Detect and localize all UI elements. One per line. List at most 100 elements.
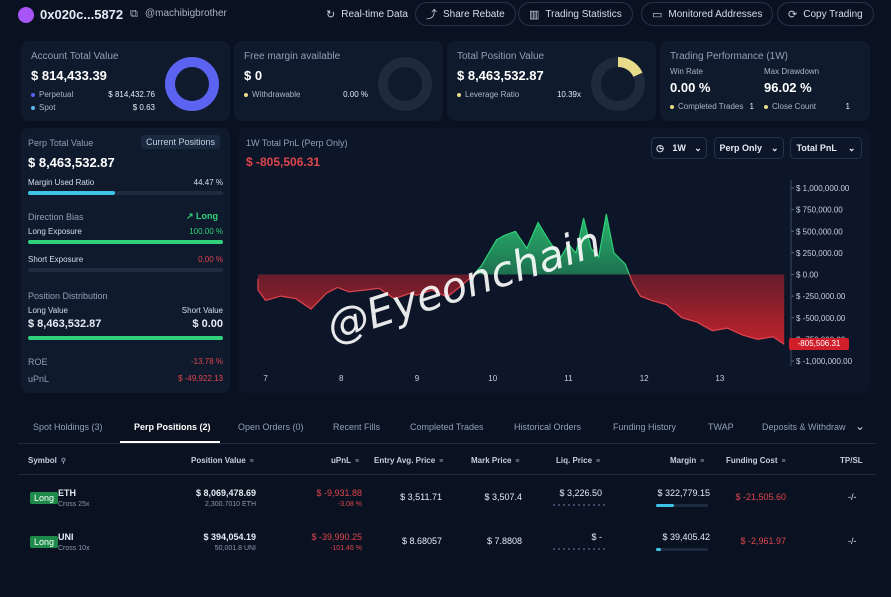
liq-price: $ 3,226.50	[559, 488, 602, 498]
sort-icon[interactable]: ≡	[353, 458, 359, 465]
upnl-label: uPnL	[28, 374, 50, 384]
side-badge: Long	[30, 492, 59, 504]
sort-icon[interactable]: ≡	[780, 458, 785, 465]
liq-progress-dots	[553, 548, 605, 550]
realtime-data-label: Real-time Data	[341, 8, 408, 20]
tpsl-value[interactable]: -/-	[848, 492, 857, 502]
monitored-addresses-button[interactable]: ▭ Monitored Addresses	[641, 2, 774, 26]
copy-trading-label: Copy Trading	[803, 8, 863, 20]
tab-funding-history[interactable]: Funding History	[613, 422, 676, 432]
upnl-value: $ -9,931.88	[316, 488, 362, 498]
long-exposure-bar-fill	[28, 240, 223, 244]
sort-icon[interactable]: ≡	[698, 458, 704, 465]
mark-price: $ 7.8808	[486, 536, 522, 546]
col-entry[interactable]: Entry Avg. Price ≡	[374, 456, 443, 465]
col-upnl-label: uPnL	[331, 456, 351, 465]
col-margin[interactable]: Margin ≡	[670, 456, 704, 465]
current-positions-button[interactable]: Current Positions	[141, 135, 221, 149]
app-logo[interactable]	[18, 7, 34, 23]
tab-open-orders[interactable]: Open Orders (0)	[238, 422, 304, 432]
copy-icon[interactable]: ⧉	[130, 8, 138, 21]
position-donut	[591, 57, 645, 111]
col-upnl[interactable]: uPnL ≡	[331, 456, 359, 465]
roe-label: ROE	[28, 357, 48, 367]
margin-used-value: 44.47 %	[193, 178, 223, 187]
sort-icon[interactable]: ≡	[437, 458, 443, 465]
col-mark-label: Mark Price	[471, 456, 512, 465]
position-value: $ 8,069,478.69	[195, 488, 256, 498]
perpetual-value: $ 814,432.76	[108, 90, 155, 99]
col-entry-label: Entry Avg. Price	[374, 456, 436, 465]
short-exposure-bar	[28, 268, 223, 272]
table-row[interactable]: Long ETH Cross 25x $ 8,069,478.69 2,300.…	[18, 476, 876, 522]
tab-historical-orders[interactable]: Historical Orders	[514, 422, 581, 432]
tab-twap[interactable]: TWAP	[708, 422, 734, 432]
col-margin-label: Margin	[670, 456, 697, 465]
col-funding[interactable]: Funding Cost ≡	[726, 456, 786, 465]
long-exposure-value: 100.00 %	[189, 227, 223, 236]
monitored-addresses-label: Monitored Addresses	[668, 8, 763, 20]
position-value: $ 394,054.19	[203, 532, 256, 542]
header-divider	[18, 474, 876, 475]
margin-used-bar	[28, 191, 223, 195]
sort-icon[interactable]: ≡	[513, 458, 519, 465]
refresh-icon: ↻	[326, 8, 336, 21]
tab-deposits-withdraw[interactable]: Deposits & Withdraw	[762, 422, 846, 432]
total-position-panel: Total Position Value $ 8,463,532.87 Leve…	[447, 41, 656, 121]
margin-bar	[656, 504, 708, 507]
account-total-value: $ 814,433.39	[31, 68, 107, 83]
perpetual-label: Perpetual	[39, 90, 74, 99]
liq-price: $ -	[591, 532, 602, 542]
col-liq[interactable]: Liq. Price ≡	[556, 456, 600, 465]
symbol-name[interactable]: UNI	[58, 532, 74, 542]
realtime-data-button[interactable]: ↻ Real-time Data	[315, 2, 419, 26]
close-count-row: Close Count	[764, 102, 816, 111]
y-tick-label: $ -250,000.00	[796, 292, 846, 301]
x-tick-label: 7	[263, 374, 268, 383]
trading-statistics-button[interactable]: ▥ Trading Statistics	[518, 2, 633, 26]
col-tpsl: TP/SL	[840, 456, 863, 465]
margin-bar	[656, 548, 708, 551]
table-row[interactable]: Long UNI Cross 10x $ 394,054.19 50,001.8…	[18, 522, 876, 568]
sort-icon[interactable]: ≡	[594, 458, 600, 465]
tab-completed-trades[interactable]: Completed Trades	[410, 422, 484, 432]
leverage-text: Cross 10x	[58, 545, 90, 552]
completed-trades-value: 1	[749, 102, 754, 111]
total-position-value: $ 8,463,532.87	[457, 68, 544, 83]
col-symbol-label: Symbol	[28, 456, 57, 465]
sort-icon[interactable]: ≡	[248, 458, 254, 465]
trading-statistics-label: Trading Statistics	[545, 8, 622, 20]
tab-perp-positions[interactable]: Perp Positions (2)	[134, 422, 211, 432]
col-position-value[interactable]: Position Value ≡	[191, 456, 254, 465]
perp-total-title: Perp Total Value	[28, 138, 94, 148]
mark-price: $ 3,507.4	[484, 492, 522, 502]
x-tick-label: 10	[488, 374, 497, 383]
tab-spot-holdings[interactable]: Spot Holdings (3)	[33, 422, 103, 432]
share-rebate-button[interactable]: ⤴ Share Rebate	[415, 2, 516, 26]
symbol-name[interactable]: ETH	[58, 488, 76, 498]
col-liq-label: Liq. Price	[556, 456, 593, 465]
filter-icon[interactable]: ⚲	[59, 458, 66, 465]
col-symbol[interactable]: Symbol ⚲	[28, 456, 66, 465]
side-badge: Long	[30, 536, 59, 548]
margin-bar-fill	[656, 504, 675, 507]
copy-trading-button[interactable]: ⟳ Copy Trading	[777, 2, 874, 26]
perp-total-value: $ 8,463,532.87	[28, 155, 115, 170]
margin-value: $ 322,779.15	[657, 488, 710, 498]
x-tick-label: 11	[564, 374, 573, 383]
tabs-more-chevron-icon[interactable]: ⌄	[855, 419, 865, 433]
win-rate-value: 0.00 %	[670, 80, 711, 95]
perpetual-row: Perpetual	[31, 90, 73, 99]
trend-up-icon: ↗	[186, 211, 197, 221]
tab-recent-fills[interactable]: Recent Fills	[333, 422, 380, 432]
wallet-address: 0x020c...5872	[40, 7, 124, 22]
leverage-value: 10.39x	[556, 90, 581, 99]
user-handle[interactable]: @machibigbrother	[145, 8, 227, 19]
share-icon: ⤴	[426, 9, 437, 21]
direction-bias-text: Long	[196, 211, 219, 221]
withdrawable-label: Withdrawable	[252, 90, 301, 99]
col-mark[interactable]: Mark Price ≡	[471, 456, 520, 465]
tpsl-value[interactable]: -/-	[848, 536, 857, 546]
long-exposure-bar	[28, 240, 223, 244]
withdrawable-row: Withdrawable	[244, 90, 300, 99]
